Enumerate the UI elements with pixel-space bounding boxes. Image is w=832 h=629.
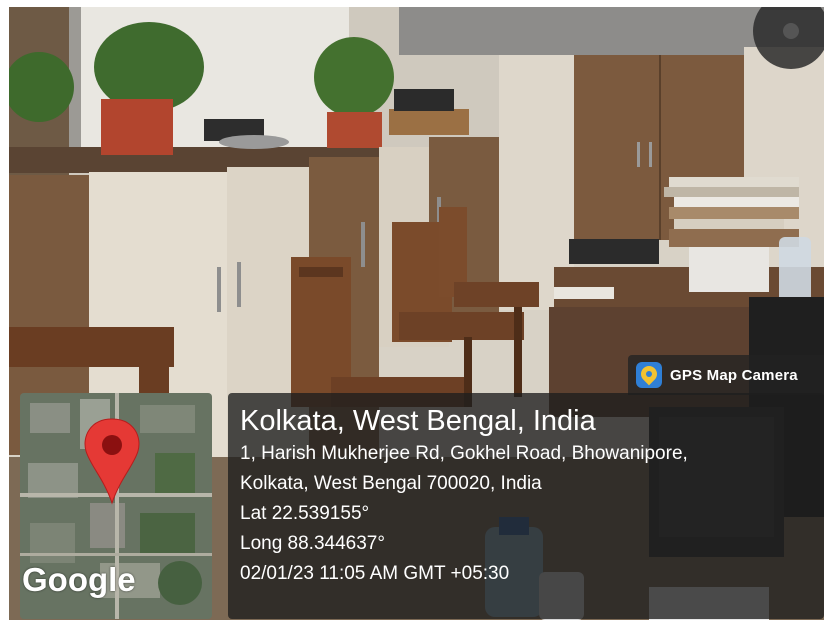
- address-line-2: Kolkata, West Bengal 700020, India: [240, 473, 542, 494]
- location-title: Kolkata, West Bengal, India: [240, 405, 596, 437]
- timestamp: 02/01/23 11:05 AM GMT +05:30: [240, 563, 510, 584]
- satellite-map-thumbnail: Google: [20, 393, 212, 619]
- longitude: Long 88.344637°: [240, 533, 385, 554]
- address-line-1: 1, Harish Mukherjee Rd, Gokhel Road, Bho…: [240, 443, 688, 464]
- brand-label: GPS Map Camera: [670, 366, 798, 384]
- latitude: Lat 22.539155°: [240, 503, 370, 524]
- gps-map-camera-badge: GPS Map Camera: [628, 355, 824, 395]
- location-info-panel: Kolkata, West Bengal, India 1, Harish Mu…: [228, 393, 824, 619]
- map-attribution: Google: [22, 561, 136, 598]
- map-pin-app-icon: [636, 362, 662, 388]
